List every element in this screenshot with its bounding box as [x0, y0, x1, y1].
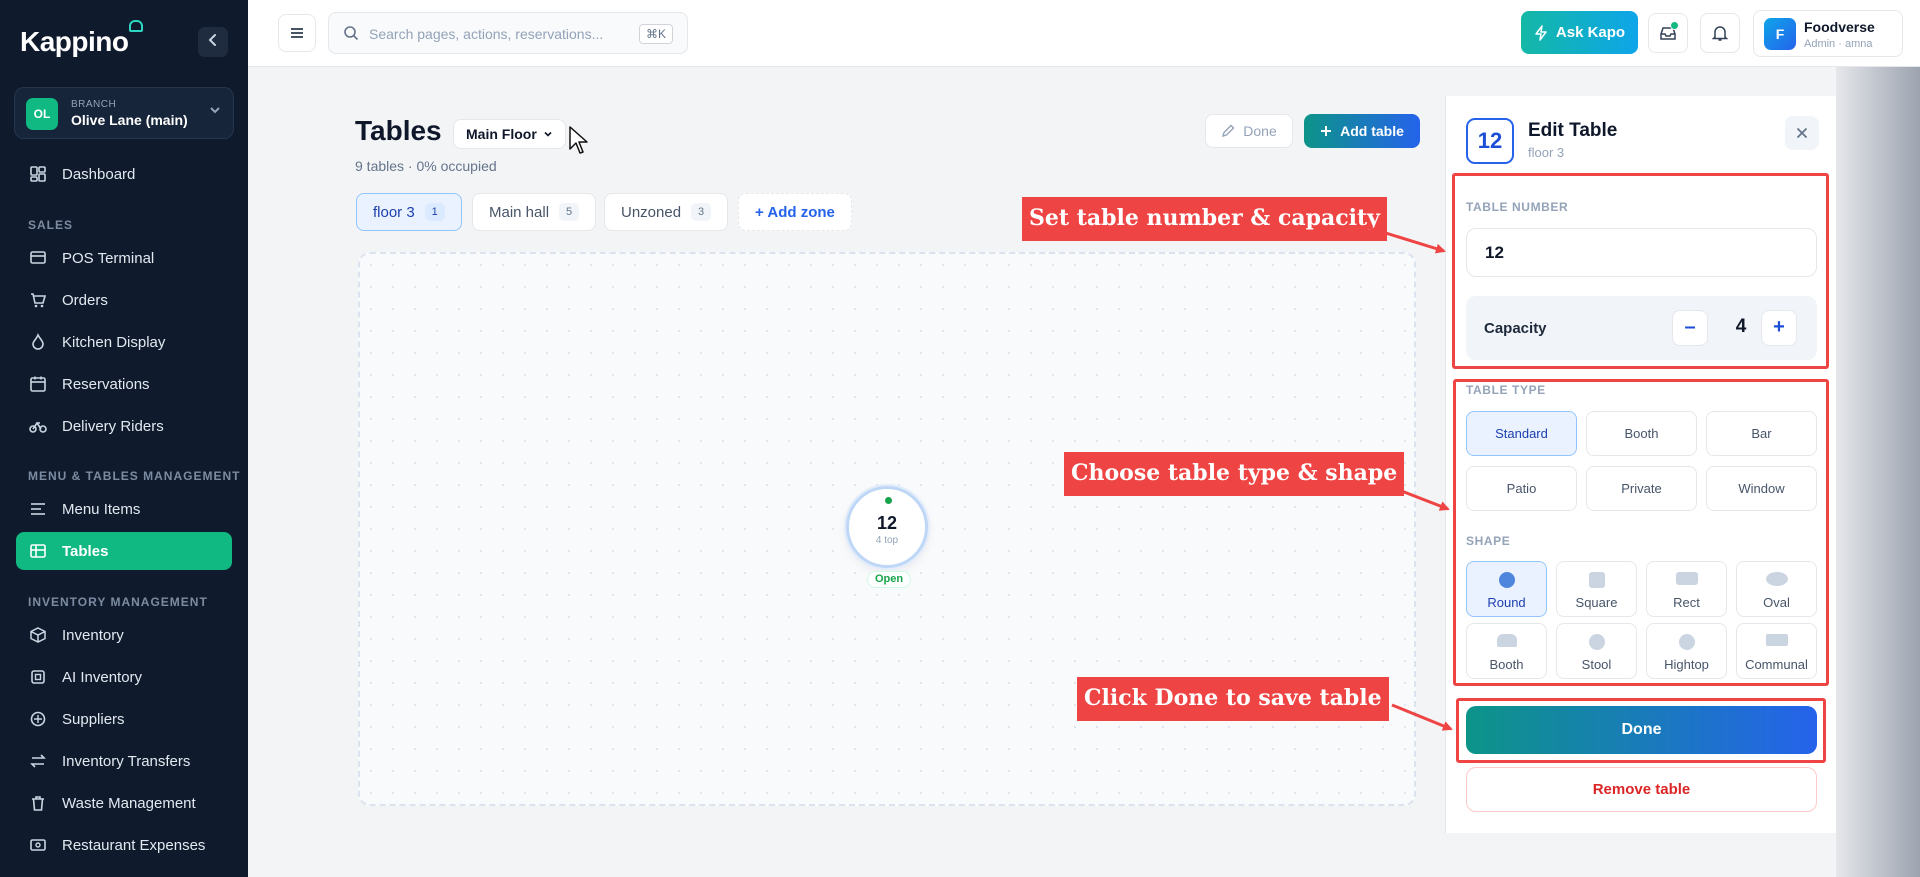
- notifications-button[interactable]: [1700, 13, 1740, 53]
- sidebar-item-pos-terminal[interactable]: POS Terminal: [16, 239, 232, 277]
- sidebar-item-tables[interactable]: Tables: [16, 532, 232, 570]
- tables-summary: 9 tables · 0% occupied: [355, 158, 497, 174]
- hamburger-icon: [291, 28, 303, 38]
- terminal-icon: [28, 248, 48, 268]
- add-table-button[interactable]: Add table: [1304, 114, 1420, 148]
- close-icon: [1796, 127, 1808, 139]
- panel-table-number-badge: 12: [1466, 118, 1514, 164]
- branch-selector[interactable]: OL BRANCH Olive Lane (main): [14, 87, 234, 139]
- table-node-12[interactable]: 12 4 top: [846, 486, 928, 568]
- list-icon: [28, 499, 48, 519]
- sidebar-collapse-button[interactable]: [198, 27, 228, 57]
- sidebar-item-dashboard[interactable]: Dashboard: [16, 155, 232, 193]
- highlight-number-capacity: [1452, 173, 1829, 369]
- branch-name: Olive Lane (main): [71, 112, 188, 128]
- sidebar-item-orders[interactable]: Orders: [16, 281, 232, 319]
- callout-type-shape: Choose table type & shape: [1064, 452, 1405, 496]
- remove-table-button[interactable]: Remove table: [1466, 767, 1817, 812]
- dashboard-icon: [28, 164, 48, 184]
- add-zone-button[interactable]: + Add zone: [738, 193, 852, 231]
- trash-icon: [28, 793, 48, 813]
- zone-tab-main-hall[interactable]: Main hall 5: [472, 193, 597, 231]
- highlight-type-shape: [1453, 379, 1829, 686]
- close-button[interactable]: [1785, 116, 1819, 150]
- ask-kapo-button[interactable]: Ask Kapo: [1521, 11, 1638, 54]
- sidebar-item-delivery-riders[interactable]: Delivery Riders: [16, 407, 232, 445]
- user-role: Admin · amna: [1804, 38, 1873, 50]
- bike-icon: [28, 416, 48, 436]
- panel-zone: floor 3: [1528, 145, 1565, 160]
- lightning-icon: [1535, 24, 1547, 41]
- inbox-button[interactable]: [1648, 13, 1688, 53]
- sidebar-item-inventory[interactable]: Inventory: [16, 616, 232, 654]
- overlay-shade: [1836, 67, 1920, 877]
- menu-toggle-button[interactable]: [278, 14, 316, 52]
- layout-done-button[interactable]: Done: [1205, 114, 1293, 148]
- status-badge: Open: [867, 571, 912, 588]
- zone-tab-floor-3[interactable]: floor 3 1: [356, 193, 462, 231]
- user-name: Foodverse: [1804, 19, 1875, 35]
- table-capacity: 4 top: [875, 535, 899, 546]
- floor-selector[interactable]: Main Floor: [453, 119, 566, 149]
- zone-count: 5: [559, 203, 580, 221]
- chevron-down-icon: [209, 103, 221, 119]
- sidebar-item-restaurant-expenses[interactable]: Restaurant Expenses: [16, 826, 232, 864]
- chevron-left-icon: [208, 34, 216, 46]
- status-dot: [885, 497, 892, 504]
- sidebar-item-kitchen-display[interactable]: Kitchen Display: [16, 323, 232, 361]
- sidebar-item-suppliers[interactable]: Suppliers: [16, 700, 232, 738]
- transfer-icon: [28, 751, 48, 771]
- global-search[interactable]: ⌘K: [328, 12, 688, 54]
- bell-icon: [1711, 26, 1729, 41]
- flame-icon: [28, 332, 48, 352]
- supplier-icon: [28, 709, 48, 729]
- search-icon: [344, 26, 359, 41]
- avatar: F: [1764, 18, 1796, 50]
- sidebar-item-reservations[interactable]: Reservations: [16, 365, 232, 403]
- highlight-done: [1456, 698, 1826, 763]
- cart-icon: [28, 290, 48, 310]
- sidebar-item-menu-items[interactable]: Menu Items: [16, 490, 232, 528]
- sidebar-item-waste-management[interactable]: Waste Management: [16, 784, 232, 822]
- nav-section-inventory: INVENTORY MANAGEMENT: [28, 595, 208, 609]
- search-shortcut: ⌘K: [638, 24, 673, 44]
- sidebar-item-ai-inventory[interactable]: AI Inventory: [16, 658, 232, 696]
- calendar-icon: [28, 374, 48, 394]
- page-title: Tables: [355, 115, 442, 146]
- panel-title: Edit Table: [1528, 120, 1618, 141]
- plus-icon: [1321, 126, 1332, 136]
- callout-done: Click Done to save table: [1077, 677, 1389, 721]
- ai-icon: [28, 667, 48, 687]
- search-input[interactable]: [369, 23, 619, 45]
- user-menu[interactable]: F Foodverse Admin · amna: [1753, 10, 1903, 57]
- nav-section-menu-tables: MENU & TABLES MANAGEMENT: [28, 469, 241, 483]
- sidebar-item-inventory-transfers[interactable]: Inventory Transfers: [16, 742, 232, 780]
- notification-dot: [1670, 21, 1679, 30]
- box-icon: [28, 625, 48, 645]
- callout-number-capacity: Set table number & capacity: [1022, 197, 1387, 241]
- mouse-cursor-icon: [569, 126, 588, 154]
- top-bar: ⌘K Ask Kapo F Foodverse Admin · amna: [248, 0, 1920, 67]
- wallet-icon: [28, 835, 48, 855]
- nav-section-sales: SALES: [28, 218, 74, 232]
- sidebar: Kappino OL BRANCH Olive Lane (main) Dash…: [0, 0, 248, 877]
- cup-icon: [128, 20, 143, 32]
- app-logo[interactable]: Kappino: [20, 20, 143, 58]
- branch-initials: OL: [26, 98, 58, 130]
- pencil-icon: [1222, 124, 1235, 138]
- chevron-down-icon: [544, 131, 552, 137]
- grid-icon: [28, 541, 48, 561]
- table-number: 12: [876, 513, 898, 533]
- zone-count: 3: [691, 203, 712, 221]
- branch-label: BRANCH: [71, 99, 117, 110]
- zone-tab-unzoned[interactable]: Unzoned 3: [604, 193, 729, 231]
- zone-count: 1: [424, 203, 445, 221]
